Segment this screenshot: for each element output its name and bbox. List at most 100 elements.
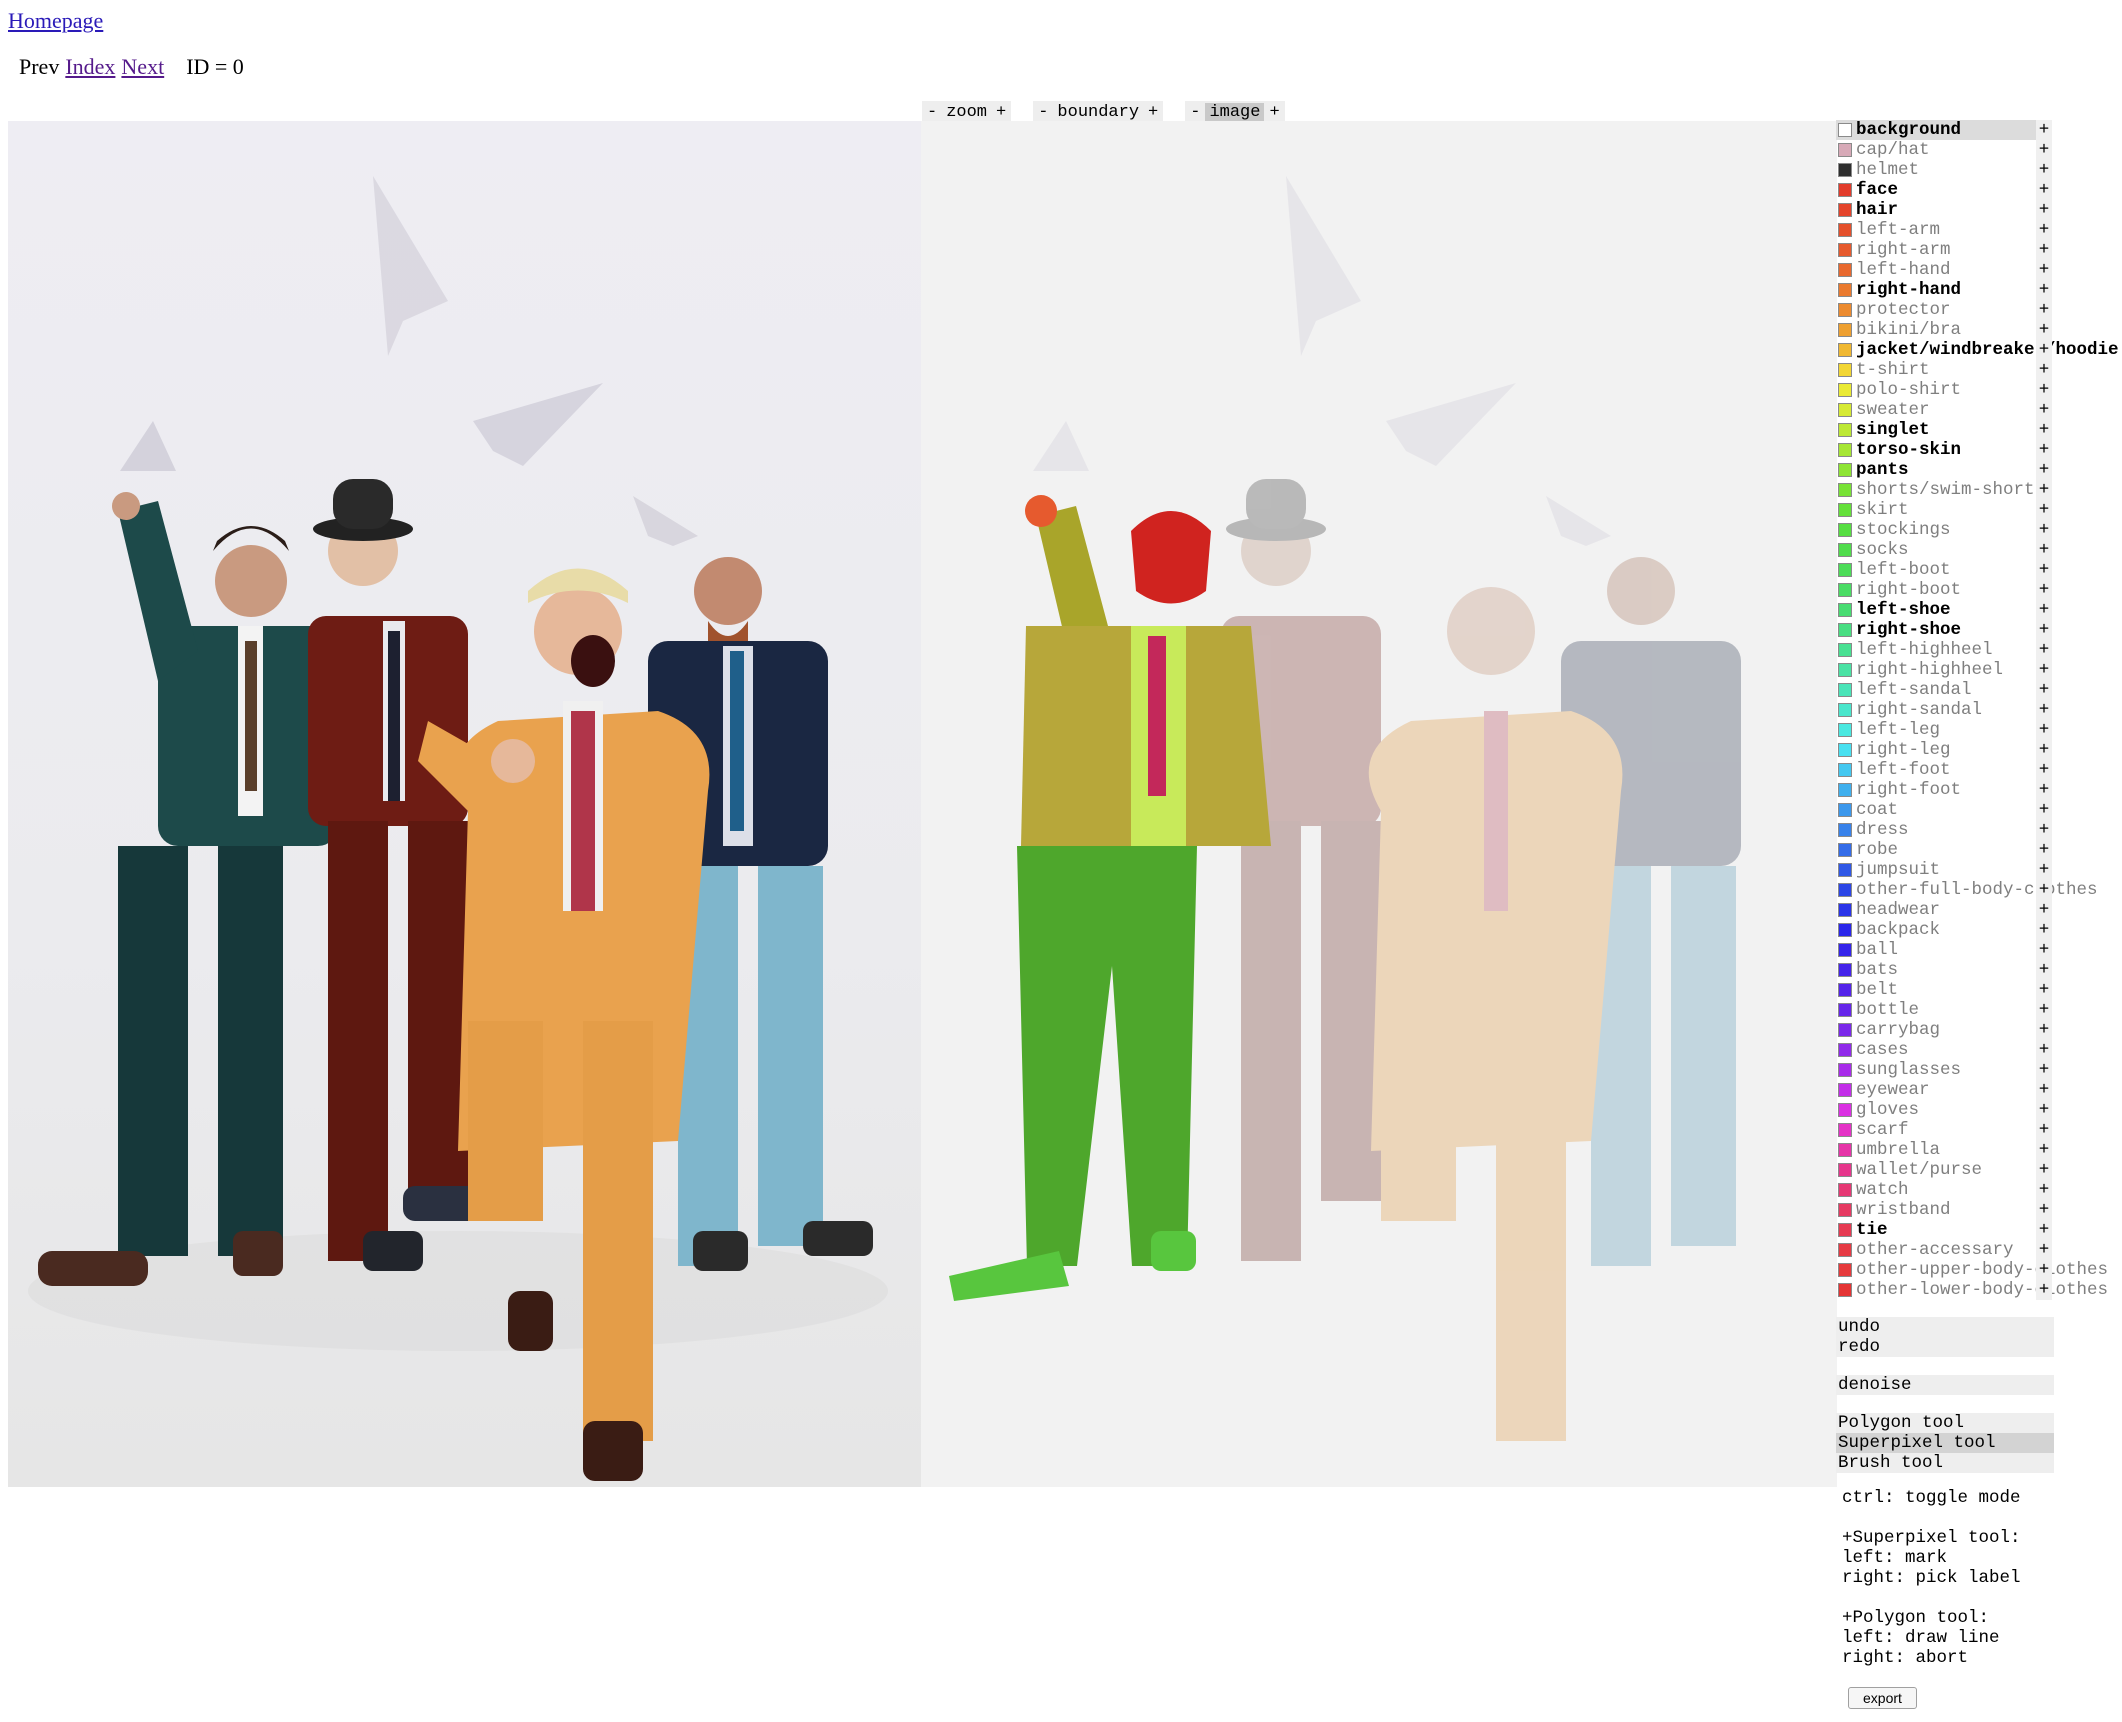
label-item[interactable]: right-foot + [1836, 780, 2116, 800]
label-item[interactable]: t-shirt + [1836, 360, 2116, 380]
denoise-button[interactable]: denoise [1836, 1375, 2054, 1395]
label-item[interactable]: right-leg + [1836, 740, 2116, 760]
polygon-tool-button[interactable]: Polygon tool [1836, 1413, 2054, 1433]
label-add-button[interactable]: + [2036, 180, 2052, 200]
label-item[interactable]: bikini/bra + [1836, 320, 2116, 340]
label-add-button[interactable]: + [2036, 1260, 2052, 1280]
label-add-button[interactable]: + [2036, 760, 2052, 780]
label-add-button[interactable]: + [2036, 1160, 2052, 1180]
label-add-button[interactable]: + [2036, 840, 2052, 860]
label-add-button[interactable]: + [2036, 300, 2052, 320]
label-add-button[interactable]: + [2036, 860, 2052, 880]
label-item[interactable]: headwear + [1836, 900, 2116, 920]
image-increase-button[interactable]: + [1264, 103, 1284, 122]
label-add-button[interactable]: + [2036, 120, 2052, 140]
label-add-button[interactable]: + [2036, 260, 2052, 280]
label-item[interactable]: right-shoe + [1836, 620, 2116, 640]
label-item[interactable]: bottle + [1836, 1000, 2116, 1020]
zoom-in-button[interactable]: + [991, 103, 1011, 122]
label-item[interactable]: jacket/windbreaker/hoodie + [1836, 340, 2119, 360]
label-add-button[interactable]: + [2036, 340, 2052, 360]
label-add-button[interactable]: + [2036, 540, 2052, 560]
label-item[interactable]: helmet + [1836, 160, 2116, 180]
label-item[interactable]: coat + [1836, 800, 2116, 820]
label-item[interactable]: torso-skin + [1836, 440, 2116, 460]
label-item[interactable]: right-boot + [1836, 580, 2116, 600]
label-item[interactable]: skirt + [1836, 500, 2116, 520]
label-add-button[interactable]: + [2036, 1080, 2052, 1100]
label-add-button[interactable]: + [2036, 1040, 2052, 1060]
label-add-button[interactable]: + [2036, 1140, 2052, 1160]
label-add-button[interactable]: + [2036, 160, 2052, 180]
label-item[interactable]: gloves + [1836, 1100, 2116, 1120]
export-button[interactable]: export [1848, 1687, 1917, 1709]
label-add-button[interactable]: + [2036, 440, 2052, 460]
label-item[interactable]: left-shoe + [1836, 600, 2116, 620]
zoom-out-button[interactable]: - [922, 103, 942, 122]
label-add-button[interactable]: + [2036, 740, 2052, 760]
label-add-button[interactable]: + [2036, 280, 2052, 300]
label-item[interactable]: left-leg + [1836, 720, 2116, 740]
redo-button[interactable]: redo [1836, 1337, 2054, 1357]
label-add-button[interactable]: + [2036, 240, 2052, 260]
label-add-button[interactable]: + [2036, 460, 2052, 480]
label-item[interactable]: ball + [1836, 940, 2116, 960]
label-item[interactable]: other-lower-body-clothes + [1836, 1280, 2116, 1300]
label-add-button[interactable]: + [2036, 560, 2052, 580]
label-item[interactable]: umbrella + [1836, 1140, 2116, 1160]
label-add-button[interactable]: + [2036, 1060, 2052, 1080]
label-add-button[interactable]: + [2036, 500, 2052, 520]
label-item[interactable]: sunglasses + [1836, 1060, 2116, 1080]
label-item[interactable]: left-sandal + [1836, 680, 2116, 700]
label-add-button[interactable]: + [2036, 980, 2052, 1000]
label-item[interactable]: wristband + [1836, 1200, 2116, 1220]
label-add-button[interactable]: + [2036, 620, 2052, 640]
label-item[interactable]: backpack + [1836, 920, 2116, 940]
label-add-button[interactable]: + [2036, 820, 2052, 840]
label-add-button[interactable]: + [2036, 960, 2052, 980]
label-add-button[interactable]: + [2036, 780, 2052, 800]
label-item[interactable]: face + [1836, 180, 2116, 200]
label-add-button[interactable]: + [2036, 900, 2052, 920]
label-item[interactable]: robe + [1836, 840, 2116, 860]
label-item[interactable]: right-highheel + [1836, 660, 2116, 680]
label-add-button[interactable]: + [2036, 1100, 2052, 1120]
label-item[interactable]: wallet/purse + [1836, 1160, 2116, 1180]
superpixel-tool-button[interactable]: Superpixel tool [1836, 1433, 2054, 1453]
label-item[interactable]: left-boot + [1836, 560, 2116, 580]
label-item[interactable]: left-highheel + [1836, 640, 2116, 660]
label-item[interactable]: cap/hat + [1836, 140, 2116, 160]
label-item[interactable]: background + [1836, 120, 2116, 140]
boundary-decrease-button[interactable]: - [1033, 103, 1053, 122]
label-item[interactable]: tie + [1836, 1220, 2116, 1240]
label-item[interactable]: watch + [1836, 1180, 2116, 1200]
label-item[interactable]: shorts/swim-shorts + [1836, 480, 2116, 500]
label-item[interactable]: left-foot + [1836, 760, 2116, 780]
label-add-button[interactable]: + [2036, 1020, 2052, 1040]
next-link[interactable]: Next [121, 54, 164, 79]
label-item[interactable]: other-accessary + [1836, 1240, 2116, 1260]
brush-tool-button[interactable]: Brush tool [1836, 1453, 2054, 1473]
label-item[interactable]: polo-shirt + [1836, 380, 2116, 400]
label-add-button[interactable]: + [2036, 700, 2052, 720]
label-item[interactable]: belt + [1836, 980, 2116, 1000]
label-add-button[interactable]: + [2036, 320, 2052, 340]
label-item[interactable]: stockings + [1836, 520, 2116, 540]
label-item[interactable]: left-hand + [1836, 260, 2116, 280]
label-add-button[interactable]: + [2036, 360, 2052, 380]
label-add-button[interactable]: + [2036, 600, 2052, 620]
label-item[interactable]: socks + [1836, 540, 2116, 560]
homepage-link[interactable]: Homepage [8, 8, 103, 34]
label-add-button[interactable]: + [2036, 940, 2052, 960]
segmentation-canvas[interactable] [921, 121, 1837, 1487]
label-item[interactable]: bats + [1836, 960, 2116, 980]
label-add-button[interactable]: + [2036, 520, 2052, 540]
label-item[interactable]: right-hand + [1836, 280, 2116, 300]
label-item[interactable]: eyewear + [1836, 1080, 2116, 1100]
label-item[interactable]: right-sandal + [1836, 700, 2116, 720]
label-add-button[interactable]: + [2036, 920, 2052, 940]
label-item[interactable]: other-upper-body-clothes + [1836, 1260, 2116, 1280]
label-add-button[interactable]: + [2036, 480, 2052, 500]
label-add-button[interactable]: + [2036, 660, 2052, 680]
label-add-button[interactable]: + [2036, 380, 2052, 400]
